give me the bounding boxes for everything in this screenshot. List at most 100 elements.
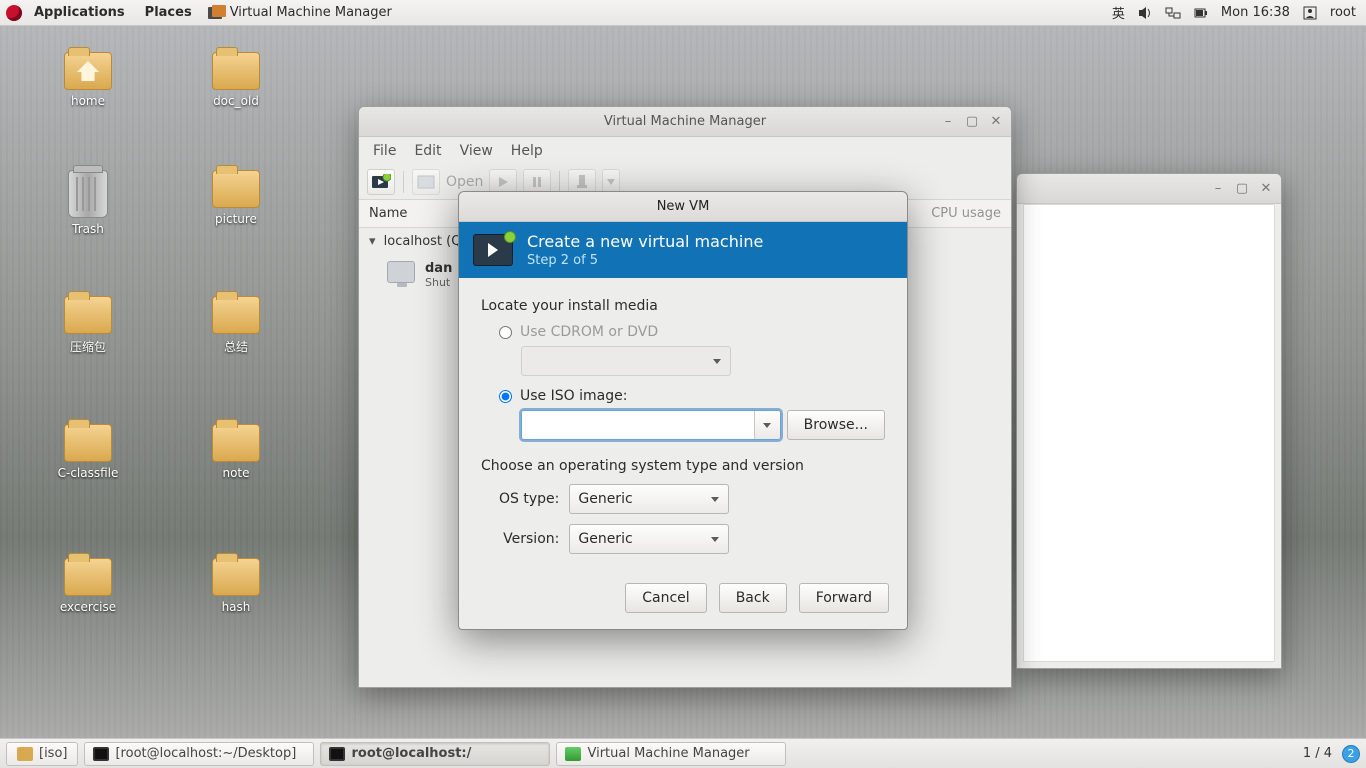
expand-icon: ▾ (369, 234, 376, 249)
radio-iso-input[interactable] (499, 390, 512, 403)
folder-icon (212, 170, 260, 208)
desktop-icon-label: 压缩包 (70, 340, 106, 354)
desktop-icon-label: picture (215, 212, 257, 226)
task-label: [root@localhost:~/Desktop] (115, 746, 296, 761)
network-icon[interactable] (1165, 5, 1181, 21)
maximize-button[interactable]: ▢ (963, 112, 981, 130)
forward-button[interactable]: Forward (799, 583, 889, 613)
cancel-button[interactable]: Cancel (625, 583, 706, 613)
task-terminal-root[interactable]: root@localhost:/ (320, 742, 550, 766)
folder-icon (212, 558, 260, 596)
task-terminal-desktop[interactable]: [root@localhost:~/Desktop] (84, 742, 314, 766)
task-iso[interactable]: [iso] (6, 742, 78, 766)
trash-icon (68, 170, 108, 218)
radio-use-cdrom[interactable]: Use CDROM or DVD (499, 324, 885, 340)
battery-icon[interactable] (1193, 5, 1209, 21)
workspace-indicator[interactable]: 1 / 4 (1303, 746, 1332, 761)
desktop-icon-note[interactable]: note (196, 424, 276, 480)
desktop-icon-doc-old[interactable]: doc_old (196, 52, 276, 108)
back-button[interactable]: Back (719, 583, 787, 613)
active-app-name: Virtual Machine Manager (230, 5, 392, 20)
user-icon (1302, 5, 1318, 21)
dialog-title: New VM (657, 199, 710, 214)
desktop-icon-label: hash (222, 600, 251, 614)
minimize-button[interactable]: – (939, 112, 957, 130)
desktop-icon-label: excercise (60, 600, 116, 614)
top-panel: Applications Places Virtual Machine Mana… (0, 0, 1366, 26)
titlebar[interactable]: – ▢ ✕ (1017, 174, 1281, 204)
desktop-icon-hash[interactable]: hash (196, 558, 276, 614)
applications-menu[interactable]: Applications (26, 5, 133, 20)
notification-badge[interactable]: 2 (1342, 745, 1360, 763)
desktop-icon-label: home (71, 94, 105, 108)
version-label: Version: (503, 531, 559, 547)
os-type-combo[interactable]: Generic (569, 484, 729, 514)
desktop-icon-picture[interactable]: picture (196, 170, 276, 226)
user-name[interactable]: root (1330, 5, 1356, 20)
desktop-icon-label: note (222, 466, 249, 480)
os-type-label: OS type: (499, 491, 559, 507)
folder-icon (64, 296, 112, 334)
iso-dropdown-button[interactable] (754, 411, 780, 439)
desktop-icon-label: Trash (72, 222, 104, 236)
terminal-icon (329, 747, 345, 761)
places-menu[interactable]: Places (137, 5, 200, 20)
folder-icon (212, 424, 260, 462)
window-body (1023, 204, 1275, 662)
task-label: root@localhost:/ (351, 746, 471, 761)
menu-file[interactable]: File (365, 141, 404, 161)
close-button[interactable]: ✕ (1257, 179, 1275, 197)
desktop-icon-yasuo[interactable]: 压缩包 (48, 296, 128, 355)
locate-media-label: Locate your install media (481, 298, 885, 314)
version-value: Generic (578, 531, 632, 547)
ime-indicator[interactable]: 英 (1112, 3, 1125, 22)
maximize-button[interactable]: ▢ (1233, 179, 1251, 197)
vm-state: Shut (425, 276, 452, 289)
desktop-icon-zongjie[interactable]: 总结 (196, 296, 276, 355)
cdrom-combo (521, 346, 731, 376)
toolbar-separator (403, 171, 404, 193)
toolbar-separator (559, 171, 560, 193)
menu-view[interactable]: View (452, 141, 501, 161)
folder-icon (64, 558, 112, 596)
folder-icon (212, 52, 260, 90)
folder-icon (64, 424, 112, 462)
menu-help[interactable]: Help (503, 141, 551, 161)
radio-cdrom-input[interactable] (499, 326, 512, 339)
iso-path-combo[interactable] (521, 410, 781, 440)
vm-name: dan (425, 261, 452, 276)
choose-os-label: Choose an operating system type and vers… (481, 458, 885, 474)
folder-icon (212, 296, 260, 334)
desktop-icon-excercise[interactable]: excercise (48, 558, 128, 614)
folder-icon (17, 747, 33, 761)
distro-logo-icon[interactable] (6, 5, 22, 21)
menubar: File Edit View Help (359, 137, 1011, 165)
task-vmm[interactable]: Virtual Machine Manager (556, 742, 786, 766)
new-vm-button[interactable] (367, 169, 395, 195)
browse-button[interactable]: Browse... (787, 410, 885, 440)
os-type-value: Generic (578, 491, 632, 507)
close-button[interactable]: ✕ (987, 112, 1005, 130)
background-window[interactable]: – ▢ ✕ (1016, 173, 1282, 669)
desktop-icon-label: doc_old (213, 94, 259, 108)
iso-path-input[interactable] (522, 411, 754, 439)
clock[interactable]: Mon 16:38 (1221, 5, 1290, 20)
version-combo[interactable]: Generic (569, 524, 729, 554)
vmm-icon (565, 747, 581, 761)
radio-use-iso[interactable]: Use ISO image: (499, 388, 885, 404)
active-app-indicator[interactable]: Virtual Machine Manager (204, 5, 396, 21)
dialog-buttons: Cancel Back Forward (459, 572, 907, 629)
minimize-button[interactable]: – (1209, 179, 1227, 197)
desktop-icon-cclass[interactable]: C-classfile (48, 424, 128, 480)
dialog-titlebar[interactable]: New VM (459, 192, 907, 222)
volume-icon[interactable] (1137, 5, 1153, 21)
desktop-icon-home[interactable]: home (48, 52, 128, 108)
new-vm-dialog[interactable]: New VM Create a new virtual machine Step… (458, 191, 908, 630)
desktop-icon-trash[interactable]: Trash (48, 170, 128, 236)
terminal-icon (93, 747, 109, 761)
dialog-form: Locate your install media Use CDROM or D… (459, 278, 907, 572)
open-vm-button[interactable] (412, 169, 440, 195)
monitor-icon (387, 261, 415, 283)
menu-edit[interactable]: Edit (406, 141, 449, 161)
titlebar[interactable]: Virtual Machine Manager – ▢ ✕ (359, 107, 1011, 137)
